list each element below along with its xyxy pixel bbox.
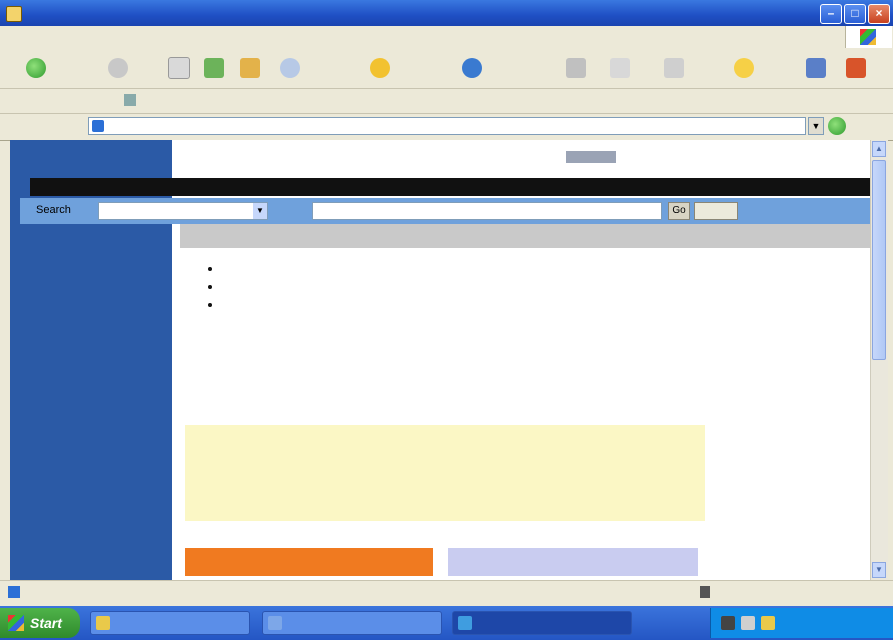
- forward-icon: [108, 58, 128, 78]
- browser-viewport: Search ▼ Go: [10, 140, 870, 580]
- search-button[interactable]: [280, 56, 304, 80]
- address-bar: ▼: [0, 114, 893, 141]
- vertical-scrollbar[interactable]: ▲ ▼: [870, 140, 888, 580]
- header-search[interactable]: [562, 150, 702, 164]
- ie-app-icon: [6, 6, 22, 22]
- stop-icon: [168, 57, 190, 79]
- links-bar: [0, 89, 893, 114]
- site-tab-row: [180, 224, 870, 248]
- page-icon: [92, 120, 104, 132]
- network-icon[interactable]: [721, 616, 735, 630]
- address-dropdown-button[interactable]: ▼: [808, 117, 824, 135]
- edit-icon: [806, 58, 826, 78]
- print-icon: [664, 58, 684, 78]
- task-app-icon: [96, 616, 110, 630]
- taskbar-item[interactable]: [262, 611, 442, 635]
- volume-icon[interactable]: [741, 616, 755, 630]
- status-bar: [0, 580, 893, 603]
- windows-flag-icon: [8, 615, 24, 631]
- home-icon: [240, 58, 260, 78]
- taskbar: Start: [0, 606, 893, 640]
- site-header: [172, 140, 870, 178]
- cart-icon: [846, 58, 866, 78]
- cart-button[interactable]: [846, 56, 866, 80]
- list-item: [223, 260, 765, 278]
- back-icon: [26, 58, 46, 78]
- minimize-button[interactable]: –: [820, 4, 842, 24]
- site-search-go-button[interactable]: Go: [668, 202, 690, 220]
- zone-icon: [700, 586, 710, 598]
- print-button[interactable]: [664, 56, 684, 80]
- window-title-bar[interactable]: – □ ×: [0, 0, 893, 26]
- start-button[interactable]: Start: [0, 608, 80, 638]
- windows-throbber: [845, 26, 892, 48]
- maximize-button[interactable]: □: [844, 4, 866, 24]
- task-app-icon: [458, 616, 472, 630]
- media-icon: [462, 58, 482, 78]
- messenger-button[interactable]: [734, 56, 754, 80]
- menu-bar: [0, 26, 893, 49]
- list-item: [223, 278, 765, 296]
- site-search-input[interactable]: [312, 202, 662, 220]
- mail-button[interactable]: [610, 56, 630, 80]
- site-nav-bar: [30, 178, 870, 196]
- windows-flag-icon: [860, 29, 876, 45]
- task-app-icon: [268, 616, 282, 630]
- history-icon: [566, 58, 586, 78]
- refresh-icon: [204, 58, 224, 78]
- scroll-down-arrow-icon[interactable]: ▼: [872, 562, 886, 578]
- home-button[interactable]: [240, 56, 260, 80]
- favorites-icon: [370, 58, 390, 78]
- header-search-box[interactable]: [566, 151, 616, 163]
- forward-button[interactable]: [108, 56, 128, 80]
- close-button[interactable]: ×: [868, 4, 890, 24]
- notice-text: [185, 425, 705, 437]
- start-label: Start: [30, 615, 62, 631]
- search-icon: [280, 58, 300, 78]
- messenger-icon: [734, 58, 754, 78]
- favorites-button[interactable]: [370, 56, 394, 80]
- intro-bullet-list: [205, 260, 765, 314]
- go-arrow-icon: [828, 117, 846, 135]
- scroll-up-arrow-icon[interactable]: ▲: [872, 141, 886, 157]
- section-header-lavender[interactable]: [448, 548, 698, 576]
- address-go-button[interactable]: [828, 117, 884, 135]
- system-tray: [710, 608, 893, 638]
- list-item: [223, 296, 765, 314]
- notice-box: [185, 425, 705, 521]
- page-status-icon: [8, 586, 20, 598]
- media-button[interactable]: [462, 56, 486, 80]
- mail-icon: [610, 58, 630, 78]
- edit-button[interactable]: [806, 56, 826, 80]
- section-header-orange[interactable]: [185, 548, 433, 576]
- search-category-select[interactable]: ▼: [98, 202, 268, 220]
- taskbar-item[interactable]: [90, 611, 250, 635]
- refresh-button[interactable]: [204, 56, 224, 80]
- tray-app-icon[interactable]: [761, 616, 775, 630]
- taskbar-item-active[interactable]: [452, 611, 632, 635]
- chevron-down-icon: ▼: [253, 203, 267, 219]
- history-button[interactable]: [566, 56, 586, 80]
- site-search-submit-button[interactable]: [694, 202, 738, 220]
- site-search-row: Search ▼ Go: [20, 198, 870, 224]
- links-chevron-icon[interactable]: [124, 94, 136, 106]
- scroll-thumb[interactable]: [872, 160, 886, 360]
- standard-toolbar: [0, 48, 893, 89]
- back-button[interactable]: [26, 56, 50, 80]
- address-input[interactable]: [88, 117, 806, 135]
- stop-button[interactable]: [168, 56, 190, 80]
- search-row-label: Search: [36, 204, 71, 216]
